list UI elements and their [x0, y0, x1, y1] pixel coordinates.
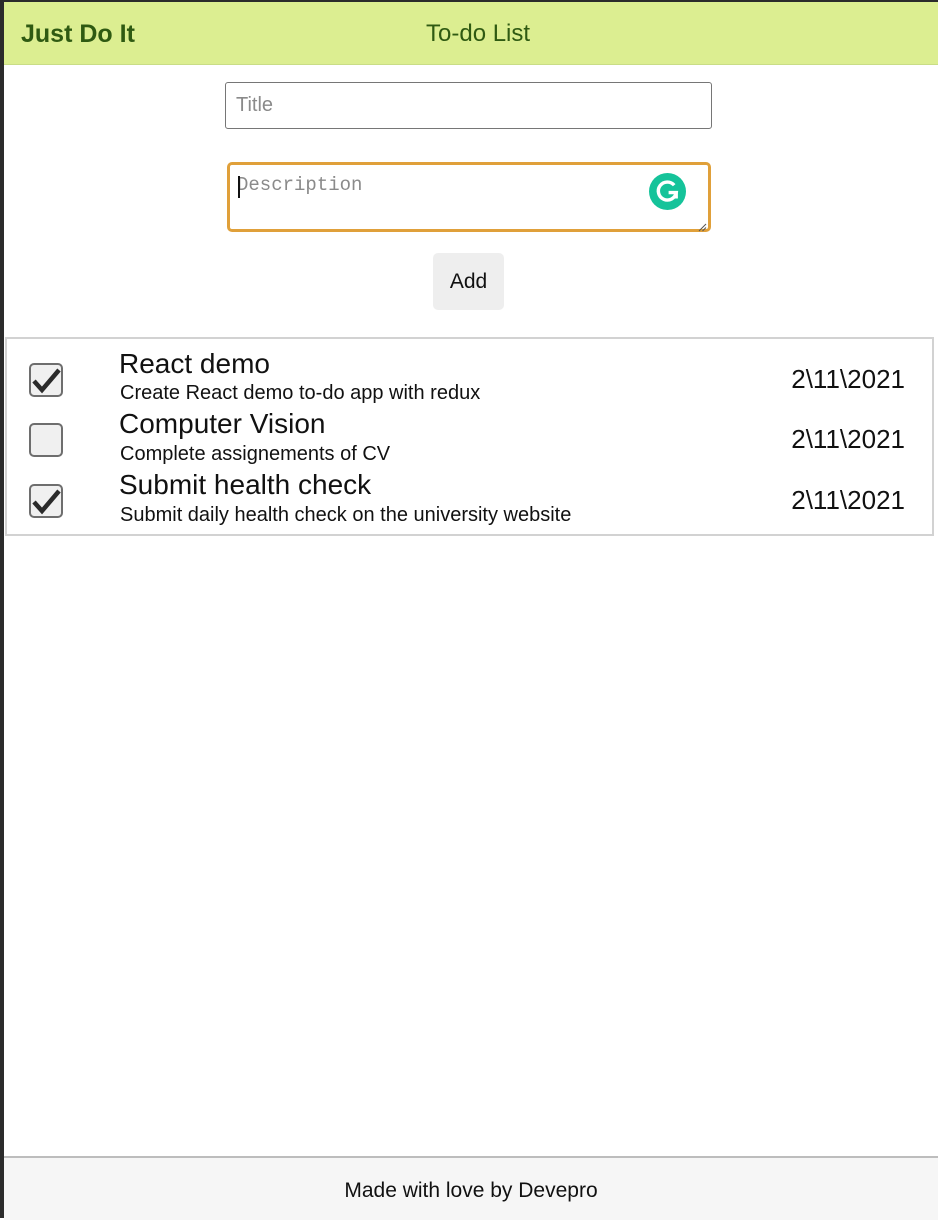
grammarly-icon[interactable] — [649, 173, 686, 210]
todo-description: Submit daily health check on the univers… — [120, 504, 572, 526]
description-input[interactable] — [230, 165, 708, 229]
add-button[interactable]: Add — [433, 253, 504, 310]
checkmark-icon — [32, 489, 61, 515]
todo-item: Submit health check Submit daily health … — [7, 468, 932, 528]
resize-grip-icon[interactable] — [698, 219, 707, 232]
todo-checkbox[interactable] — [29, 363, 63, 397]
todo-item: Computer Vision Complete assignements of… — [7, 407, 932, 467]
navbar: Just Do It To-do List — [4, 2, 938, 65]
page-title: To-do List — [426, 20, 531, 47]
description-field[interactable] — [227, 162, 711, 232]
window-left-edge — [0, 0, 4, 1218]
todo-description: Complete assignements of CV — [120, 443, 391, 465]
todo-date: 2\11\2021 — [791, 424, 905, 454]
checkmark-icon — [32, 368, 61, 394]
todo-title: React demo — [119, 348, 270, 379]
todo-title: Computer Vision — [119, 408, 326, 439]
todo-item: React demo Create React demo to-do app w… — [7, 347, 932, 407]
brand-logo[interactable]: Just Do It — [21, 19, 135, 49]
title-input[interactable] — [225, 82, 712, 129]
todo-description: Create React demo to-do app with redux — [120, 382, 481, 404]
todo-date: 2\11\2021 — [791, 364, 905, 394]
footer-text: Made with love by Devepro — [344, 1179, 598, 1202]
footer: Made with love by Devepro — [4, 1156, 938, 1220]
todo-checkbox[interactable] — [29, 423, 63, 457]
todo-date: 2\11\2021 — [791, 485, 905, 515]
text-caret — [238, 176, 240, 198]
todo-list: React demo Create React demo to-do app w… — [5, 337, 934, 536]
todo-checkbox[interactable] — [29, 484, 63, 518]
todo-title: Submit health check — [119, 469, 372, 500]
